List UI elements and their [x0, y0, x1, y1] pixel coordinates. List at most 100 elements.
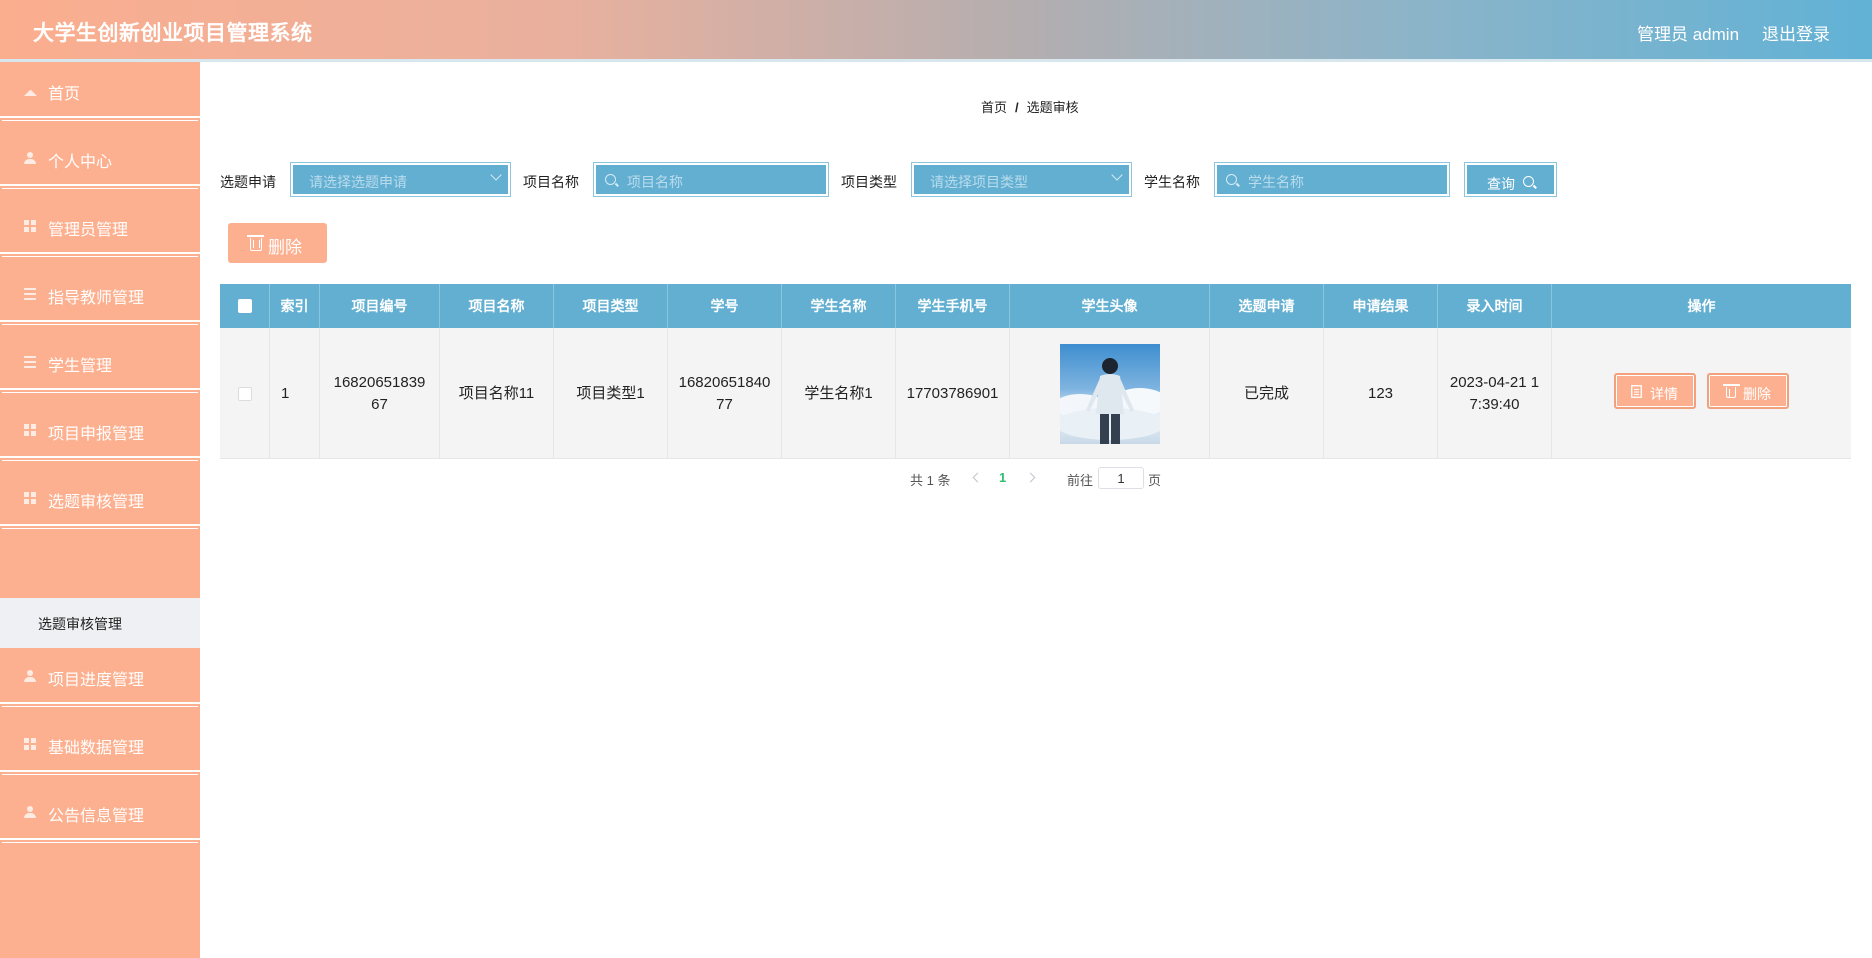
sidebar: 首页 个人中心 管理员管理 指导教师管理 学生管理 项目申报管理 选题审核管理 …	[0, 62, 200, 958]
table-header: 索引 项目编号 项目名称 项目类型 学号 学生名称 学生手机号 学生头像 选题申…	[220, 284, 1851, 328]
sidebar-item-profile[interactable]: 个人中心	[0, 130, 200, 186]
column-header: 项目名称	[440, 284, 554, 328]
pagination-page-suffix: 页	[1148, 473, 1162, 488]
search-icon	[605, 174, 616, 185]
student-name-filter-label: 学生名称	[1144, 174, 1200, 190]
project-type-placeholder: 请选择项目类型	[930, 174, 1028, 190]
row-select-cell	[220, 328, 270, 459]
pagination-goto-label: 前往	[1067, 473, 1094, 488]
sidebar-item-label: 选题审核管理	[48, 494, 145, 511]
cell-topic-status: 已完成	[1210, 328, 1324, 459]
sidebar-subitem-label: 选题审核管理	[38, 616, 122, 632]
user-icon	[24, 806, 37, 818]
column-header: 操作	[1687, 298, 1716, 314]
topic-select-placeholder: 请选择选题申请	[309, 174, 407, 190]
pagination-total: 共 1 条	[910, 473, 951, 488]
pagination-goto-input[interactable]	[1098, 467, 1144, 489]
column-header: 索引	[270, 284, 320, 328]
project-type-filter-label: 项目类型	[841, 174, 897, 190]
cell-phone: 17703786901	[896, 328, 1010, 459]
sidebar-item-label: 个人中心	[48, 154, 113, 171]
sidebar-item-topic-review[interactable]: 选题审核管理	[0, 470, 200, 526]
logout-link[interactable]: 退出登录	[1762, 20, 1830, 45]
breadcrumb-home[interactable]: 首页	[981, 100, 1007, 115]
list-icon	[24, 288, 37, 300]
column-header: 学生名称	[782, 284, 896, 328]
sidebar-item-admins[interactable]: 管理员管理	[0, 198, 200, 254]
chevron-left-icon[interactable]	[972, 472, 983, 483]
query-button-label: 查询	[1487, 176, 1515, 192]
cell-created-at: 2023-04-21 17:39:40	[1438, 328, 1552, 459]
student-name-input[interactable]: 学生名称	[1214, 162, 1450, 197]
topic-filter-label: 选题申请	[220, 174, 276, 190]
row-checkbox[interactable]	[237, 386, 252, 401]
cell-project-type: 项目类型1	[554, 328, 668, 459]
cell-student-no: 1682065184077	[668, 328, 782, 459]
sidebar-item-home[interactable]: 首页	[0, 62, 200, 118]
home-icon	[24, 84, 37, 96]
column-header: 录入时间	[1438, 284, 1552, 328]
sidebar-item-label: 项目进度管理	[48, 672, 145, 689]
sidebar-item-students[interactable]: 学生管理	[0, 334, 200, 390]
sidebar-item-label: 首页	[48, 86, 81, 103]
sidebar-item-project-apply[interactable]: 项目申报管理	[0, 402, 200, 458]
column-header: 选题申请	[1210, 284, 1324, 328]
project-type-select[interactable]: 请选择项目类型	[911, 162, 1132, 197]
breadcrumb-current: 选题审核	[1026, 100, 1079, 115]
list-icon	[24, 356, 37, 368]
app-title: 大学生创新创业项目管理系统	[33, 22, 313, 45]
sidebar-item-notices[interactable]: 公告信息管理	[0, 784, 200, 840]
column-header: 申请结果	[1324, 284, 1438, 328]
cell-project-name: 项目名称11	[440, 328, 554, 459]
column-header: 学生头像	[1010, 284, 1210, 328]
user-icon	[24, 670, 37, 682]
grid-icon	[24, 424, 37, 436]
sidebar-item-label: 项目申报管理	[48, 426, 145, 443]
user-icon	[24, 152, 37, 164]
column-header: 学生手机号	[896, 284, 1010, 328]
cell-avatar	[1010, 328, 1210, 459]
sidebar-item-label: 基础数据管理	[48, 740, 145, 757]
select-all-checkbox[interactable]	[237, 299, 252, 313]
sidebar-subitem-topic-review[interactable]: 选题审核管理	[0, 598, 200, 648]
bulk-delete-button[interactable]: 删除	[228, 223, 327, 263]
student-name-placeholder: 学生名称	[1248, 174, 1304, 190]
trash-icon	[247, 235, 264, 251]
search-icon	[1226, 174, 1237, 185]
sidebar-item-teachers[interactable]: 指导教师管理	[0, 266, 200, 322]
trash-icon	[1723, 384, 1740, 398]
row-delete-label: 删除	[1743, 386, 1771, 402]
cell-student-name: 学生名称1	[782, 328, 896, 459]
query-button[interactable]: 查询	[1464, 162, 1557, 197]
sidebar-item-label: 公告信息管理	[48, 808, 145, 825]
project-name-placeholder: 项目名称	[627, 174, 683, 190]
detail-button-label: 详情	[1650, 386, 1678, 402]
document-icon	[1631, 385, 1642, 398]
chevron-down-icon	[490, 169, 502, 181]
top-header: 大学生创新创业项目管理系统 管理员 admin 退出登录	[0, 0, 1872, 62]
cell-project-no: 1682065183967	[320, 328, 440, 459]
cell-actions	[1552, 328, 1851, 459]
column-header: 项目类型	[554, 284, 668, 328]
select-all-cell	[220, 284, 270, 328]
current-user: 管理员 admin	[1637, 25, 1740, 44]
sidebar-item-progress[interactable]: 项目进度管理	[0, 648, 200, 704]
search-icon	[1523, 176, 1534, 187]
breadcrumb-separator: /	[1015, 100, 1019, 115]
cell-index: 1	[270, 328, 320, 459]
sidebar-item-label: 管理员管理	[48, 222, 129, 239]
chevron-down-icon	[1111, 169, 1123, 181]
column-header: 学号	[668, 284, 782, 328]
row-delete-button[interactable]: 删除	[1707, 373, 1789, 409]
student-avatar	[1059, 343, 1160, 444]
grid-icon	[24, 220, 37, 232]
detail-button[interactable]: 详情	[1614, 373, 1696, 409]
sidebar-item-basic-data[interactable]: 基础数据管理	[0, 716, 200, 772]
pagination-page[interactable]: 1	[999, 470, 1006, 485]
topic-select[interactable]: 请选择选题申请	[290, 162, 511, 197]
chevron-right-icon[interactable]	[1025, 472, 1036, 483]
project-name-input[interactable]: 项目名称	[593, 162, 829, 197]
sidebar-item-label: 指导教师管理	[48, 290, 145, 307]
grid-icon	[24, 738, 37, 750]
cell-result: 123	[1324, 328, 1438, 459]
